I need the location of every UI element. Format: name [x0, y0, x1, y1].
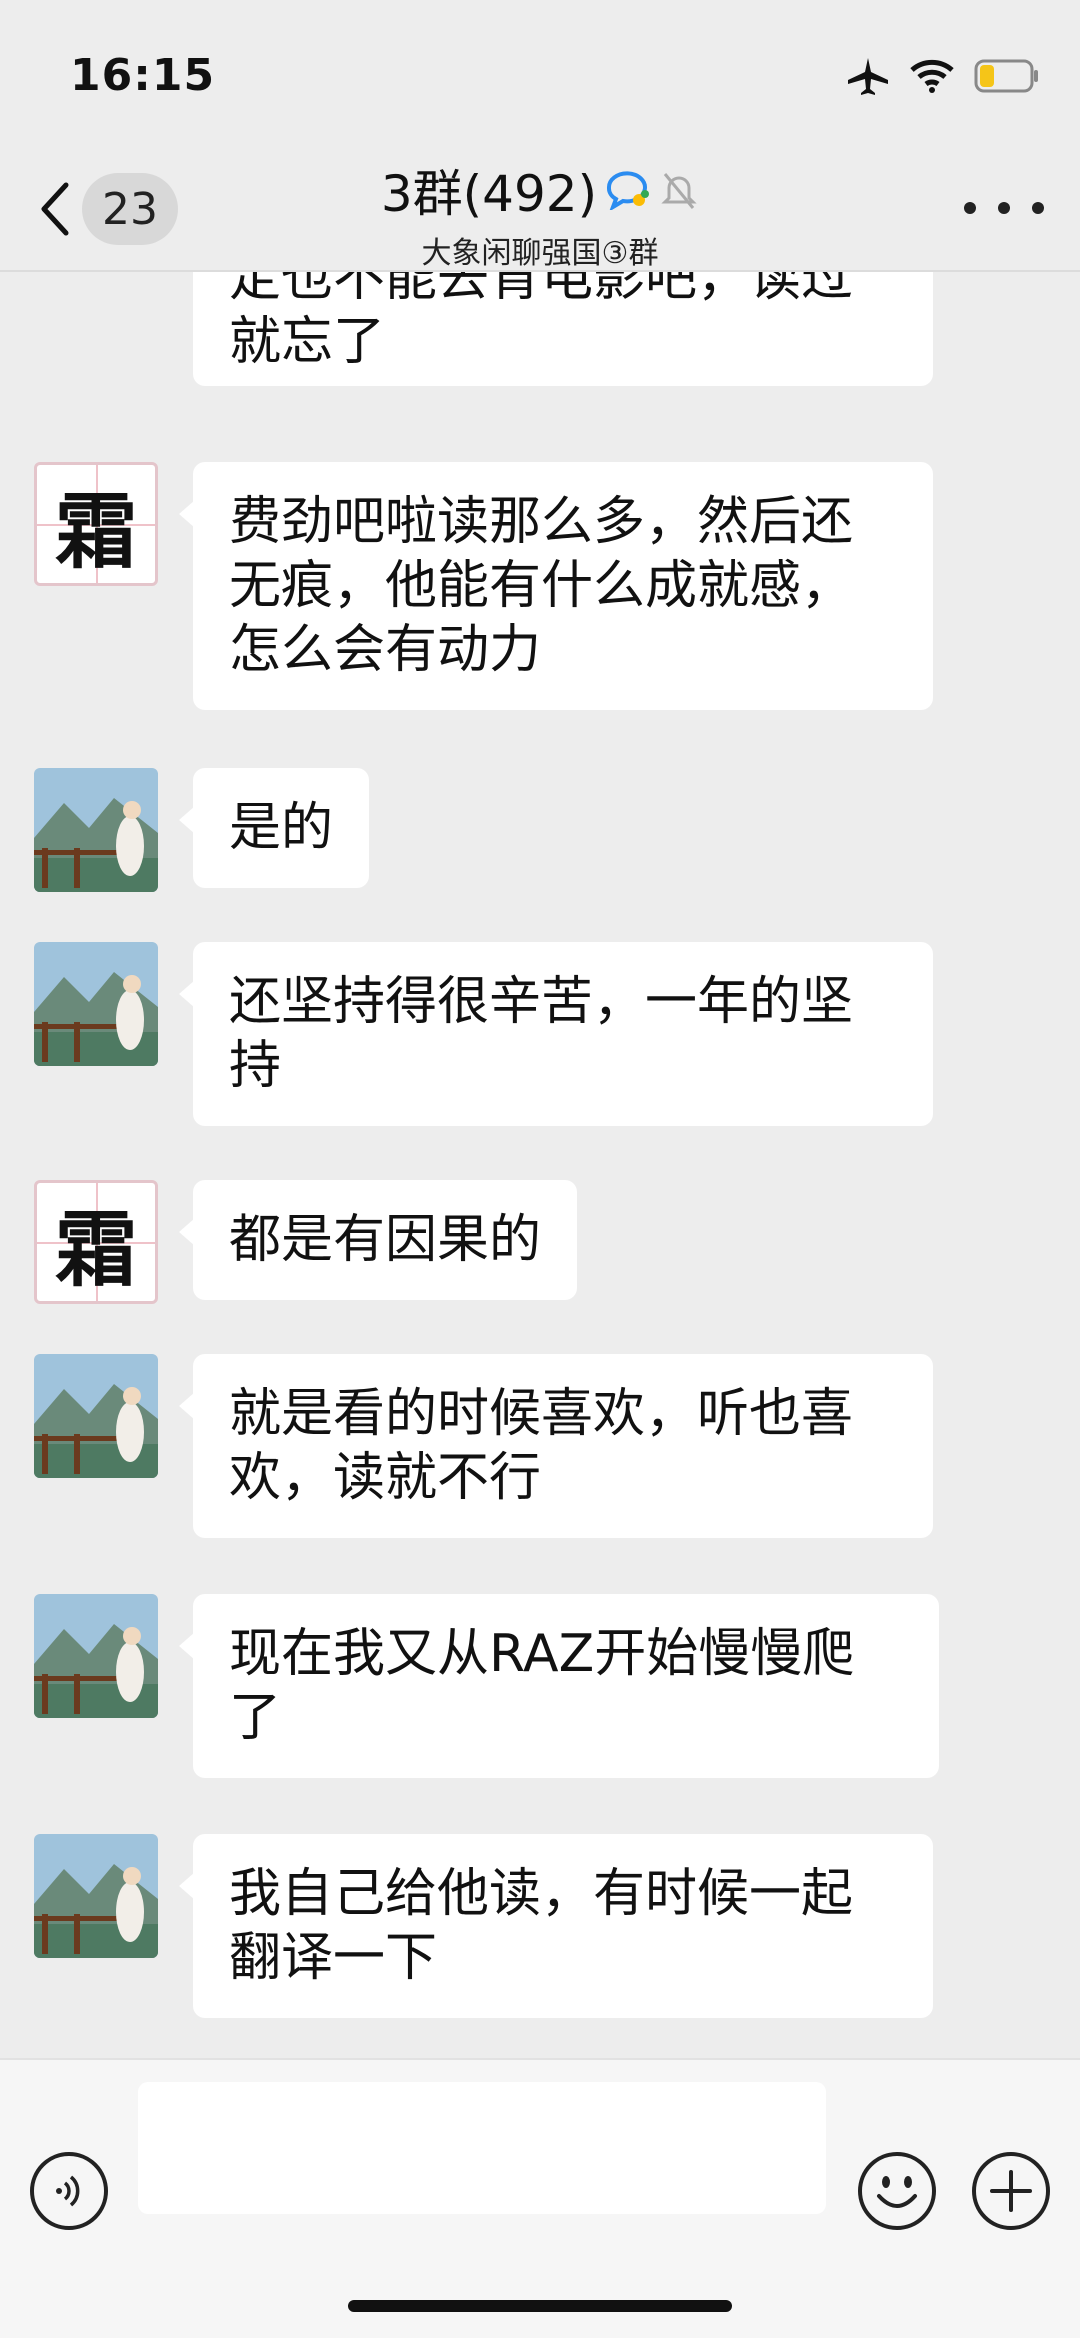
avatar[interactable] [34, 1594, 158, 1718]
more-dots-icon [964, 202, 976, 214]
wifi-icon [910, 59, 954, 93]
message-line: 无痕，他能有什么成就感， [229, 556, 854, 616]
input-bar [0, 2058, 1080, 2338]
message-line: 欢，读就不行 [229, 1448, 542, 1508]
message-line: 我自己给他读，有时候一起 [229, 1864, 854, 1924]
home-indicator[interactable] [348, 2300, 732, 2312]
plus-icon [990, 2170, 1032, 2212]
message-line: 就是看的时候喜欢，听也喜 [229, 1384, 854, 1444]
avatar[interactable] [34, 1834, 158, 1958]
chat-screen: 16:15 23 3群(492) 大象闲聊强国③群 定也不能去背电影吧，读过 就… [0, 0, 1080, 2338]
message-bubble[interactable]: 是的 [178, 768, 370, 888]
chat-bubble-icon [607, 171, 650, 210]
battery-icon [974, 59, 1038, 93]
message-line: 是的 [229, 798, 334, 858]
avatar[interactable]: 霜 [34, 1180, 158, 1304]
message-bubble[interactable]: 现在我又从RAZ开始慢慢爬 了 [179, 1594, 939, 1778]
message-bubble[interactable]: 还坚持得很辛苦，一年的坚 持 [179, 942, 933, 1126]
message-line: 定也不能去背电影吧，读过 [229, 272, 854, 308]
message-line: 费劲吧啦读那么多，然后还 [229, 492, 854, 552]
status-bar: 16:15 [0, 0, 1080, 140]
chat-title-area[interactable]: 3群(492) 大象闲聊强国③群 [0, 154, 1080, 272]
avatar-char: 霜 [54, 483, 137, 580]
status-time: 16:15 [70, 50, 216, 101]
avatar[interactable] [34, 1354, 158, 1478]
avatar[interactable] [34, 942, 158, 1066]
chat-subtitle: 大象闲聊强国③群 [421, 236, 659, 271]
message-line: 持 [229, 1036, 282, 1096]
message-bubble[interactable]: 我自己给他读，有时候一起 翻译一下 [179, 1834, 933, 2018]
message-line: 了 [229, 1688, 282, 1748]
avatar-char: 霜 [54, 1201, 137, 1298]
message-bubble[interactable]: 费劲吧啦读那么多，然后还 无痕，他能有什么成就感， 怎么会有动力 [179, 462, 933, 710]
message-line: 就忘了 [229, 312, 386, 372]
airplane-icon [848, 58, 888, 95]
more-functions-button[interactable] [972, 2152, 1050, 2230]
message-line: 还坚持得很辛苦，一年的坚 [229, 972, 854, 1032]
status-icons [846, 56, 1040, 96]
message-bubble[interactable]: 定也不能去背电影吧，读过 就忘了 [193, 272, 933, 386]
voice-icon [56, 2175, 80, 2207]
emoji-icon [877, 2176, 917, 2208]
message-bubble[interactable]: 都是有因果的 [178, 1180, 578, 1300]
avatar[interactable]: 霜 [34, 462, 158, 586]
avatar[interactable] [34, 768, 158, 892]
message-input[interactable] [138, 2082, 826, 2214]
emoji-button[interactable] [858, 2152, 936, 2230]
message-line: 现在我又从RAZ开始慢慢爬 [229, 1624, 855, 1684]
bell-muted-icon [661, 173, 697, 209]
message-list[interactable]: 定也不能去背电影吧，读过 就忘了 霜 费劲吧啦读那么多，然后还 无痕，他能有什么… [0, 272, 1080, 2058]
message-line: 都是有因果的 [229, 1210, 542, 1270]
message-bubble[interactable]: 就是看的时候喜欢，听也喜 欢，读就不行 [179, 1354, 933, 1538]
more-options-button[interactable] [964, 188, 1044, 228]
message-line: 怎么会有动力 [229, 620, 542, 680]
message-line: 翻译一下 [229, 1928, 438, 1988]
chat-header: 23 3群(492) 大象闲聊强国③群 [0, 140, 1080, 272]
voice-button[interactable] [30, 2152, 108, 2230]
chat-title: 3群(492) [380, 165, 598, 223]
